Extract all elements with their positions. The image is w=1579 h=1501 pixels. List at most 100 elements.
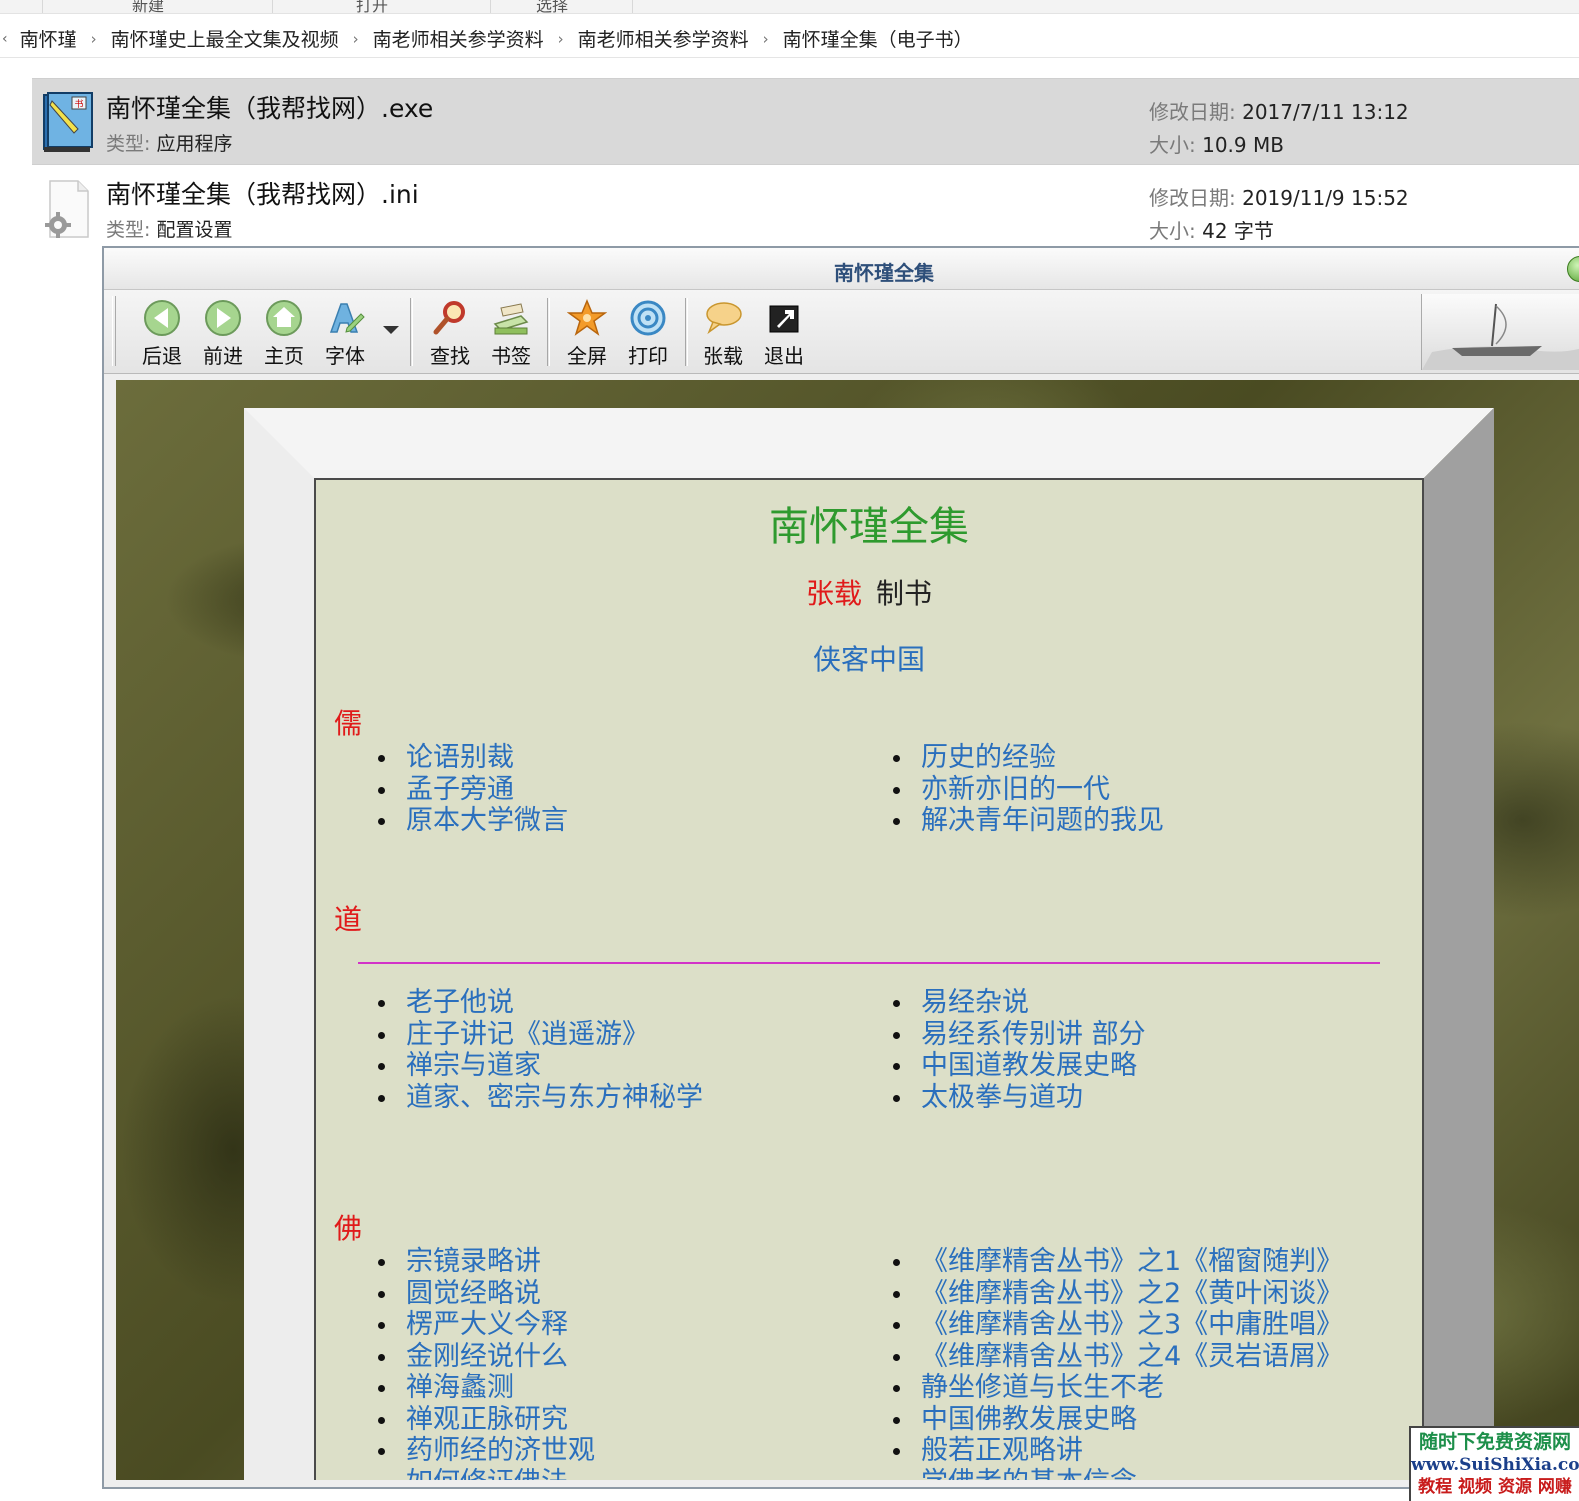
type-value: 应用程序	[156, 133, 233, 155]
book-link[interactable]: 《维摩精舍丛书》之1《榴窗随判》	[893, 1246, 1343, 1278]
boat-illustration	[1422, 303, 1579, 370]
book-link[interactable]: 原本大学微言	[378, 805, 568, 837]
book-app-icon: 书	[43, 92, 93, 152]
back-arrow-icon	[144, 300, 180, 336]
chevron-right-icon[interactable]: ›	[353, 30, 359, 48]
book-link[interactable]: 历史的经验	[893, 742, 1164, 774]
bookmark-button[interactable]: 书签	[483, 296, 539, 368]
zhangzai-button[interactable]: 张载	[695, 296, 751, 368]
book-link[interactable]: 《维摩精舍丛书》之4《灵岩语屑》	[893, 1341, 1343, 1373]
book-link[interactable]: 圆觉经略说	[378, 1278, 595, 1310]
toolbar-grip[interactable]	[112, 296, 116, 366]
book-link[interactable]: 老子他说	[378, 987, 703, 1019]
back-button[interactable]: 后退	[134, 296, 190, 368]
font-dropdown-arrow-icon[interactable]	[383, 326, 399, 334]
font-label: 字体	[325, 344, 365, 368]
book-link[interactable]: 药师经的济世观	[378, 1435, 595, 1467]
book-index-page: 南怀瑾全集 张载 制书 侠客中国 儒 论语别裁 孟子旁通 原本大学微言 历史的经验…	[314, 478, 1424, 1480]
chevron-right-icon[interactable]: ›	[91, 30, 97, 48]
book-link[interactable]: 庄子讲记《逍遥游》	[378, 1019, 703, 1051]
app-titlebar[interactable]: 南怀瑾全集	[104, 248, 1579, 290]
book-link[interactable]: 禅海蠡测	[378, 1372, 595, 1404]
font-button[interactable]: 字体	[317, 296, 373, 368]
breadcrumb-item[interactable]: 南怀瑾史上最全文集及视频	[111, 25, 339, 52]
boat-banner-image	[1421, 294, 1579, 370]
book-link[interactable]: 如何修证佛法	[378, 1467, 595, 1480]
breadcrumb-item[interactable]: 南怀瑾	[20, 25, 77, 52]
book-link[interactable]: 中国佛教发展史略	[893, 1404, 1343, 1436]
book-link[interactable]: 易经杂说	[893, 987, 1146, 1019]
date-value: 2019/11/9 15:52	[1242, 186, 1409, 210]
breadcrumb-item[interactable]: 南老师相关参学资料	[578, 25, 749, 52]
site-link[interactable]: 侠客中国	[316, 638, 1422, 678]
print-button[interactable]: 打印	[620, 296, 676, 368]
watermark-url: www.SuiShiXia.com	[1411, 1455, 1579, 1475]
book-link[interactable]: 般若正观略讲	[893, 1435, 1343, 1467]
author-line: 张载 制书	[316, 572, 1422, 612]
breadcrumb-overflow-icon[interactable]: ‹	[2, 31, 8, 47]
file-size: 大小: 42 字节	[1149, 215, 1274, 244]
breadcrumb-item[interactable]: 南老师相关参学资料	[373, 25, 544, 52]
file-row-exe[interactable]: 书 南怀瑾全集（我帮找网）.exe 类型: 应用程序 修改日期: 2017/7/…	[32, 78, 1579, 165]
toolbar-separator	[547, 298, 550, 366]
type-value: 配置设置	[156, 219, 233, 241]
size-label: 大小:	[1149, 219, 1196, 243]
file-size: 大小: 10.9 MB	[1149, 129, 1284, 158]
fullscreen-star-icon	[567, 299, 607, 336]
back-label: 后退	[142, 344, 182, 368]
bookmark-icon	[493, 303, 529, 335]
ribbon-select-button[interactable]: 选择	[536, 0, 568, 13]
book-content-area: 南怀瑾全集 张载 制书 侠客中国 儒 论语别裁 孟子旁通 原本大学微言 历史的经验…	[116, 380, 1579, 1480]
book-link[interactable]: 中国道教发展史略	[893, 1050, 1146, 1082]
app-title: 南怀瑾全集	[834, 261, 934, 285]
app-toolbar: 后退 前进 主页 字体 查找 书签 全屏 打印 张载 退出	[104, 290, 1579, 374]
exit-button[interactable]: 退出	[756, 296, 812, 368]
forward-button[interactable]: 前进	[195, 296, 251, 368]
book-link[interactable]: 论语别裁	[378, 742, 568, 774]
toolbar-separator	[685, 298, 688, 366]
file-modified-date: 修改日期: 2017/7/11 13:12	[1149, 96, 1409, 125]
ribbon-divider	[42, 0, 43, 13]
book-link[interactable]: 学佛者的基本信念	[893, 1467, 1343, 1480]
book-link[interactable]: 禅宗与道家	[378, 1050, 703, 1082]
file-type: 类型: 配置设置	[106, 215, 232, 242]
forward-label: 前进	[203, 344, 243, 368]
find-label: 查找	[430, 344, 470, 368]
author-link[interactable]: 张载	[806, 577, 862, 610]
date-label: 修改日期:	[1149, 186, 1236, 210]
find-button[interactable]: 查找	[422, 296, 478, 368]
book-link[interactable]: 禅观正脉研究	[378, 1404, 595, 1436]
book-link[interactable]: 道家、密宗与东方神秘学	[378, 1082, 703, 1114]
book-link[interactable]: 静坐修道与长生不老	[893, 1372, 1343, 1404]
ribbon-divider	[490, 0, 491, 13]
book-link[interactable]: 金刚经说什么	[378, 1341, 595, 1373]
ribbon-new-button[interactable]: 新建	[132, 0, 164, 13]
magnifier-icon	[433, 301, 465, 335]
ebook-app-window: 南怀瑾全集 后退 前进 主页 字体 查找 书签 全屏 打印 张载 退出 南怀瑾全…	[102, 246, 1579, 1489]
size-value: 42 字节	[1202, 219, 1274, 243]
home-button[interactable]: 主页	[256, 296, 312, 368]
book-link[interactable]: 《维摩精舍丛书》之3《中庸胜唱》	[893, 1309, 1343, 1341]
book-link[interactable]: 解决青年问题的我见	[893, 805, 1164, 837]
type-label: 类型:	[106, 133, 151, 155]
section-fo-left-list: 宗镜录略讲 圆觉经略说 楞严大义今释 金刚经说什么 禅海蠡测 禅观正脉研究 药师…	[378, 1246, 595, 1480]
book-link[interactable]: 孟子旁通	[378, 774, 568, 806]
book-link[interactable]: 《维摩精舍丛书》之2《黄叶闲谈》	[893, 1278, 1343, 1310]
ribbon-open-button[interactable]: 打开	[356, 0, 388, 13]
book-link[interactable]: 宗镜录略讲	[378, 1246, 595, 1278]
file-row-ini[interactable]: 南怀瑾全集（我帮找网）.ini 类型: 配置设置 修改日期: 2019/11/9…	[32, 165, 1579, 252]
author-suffix: 制书	[876, 577, 933, 610]
book-link[interactable]: 太极拳与道功	[893, 1082, 1146, 1114]
section-heading-ru: 儒	[334, 707, 363, 740]
site-watermark: 随时下免费资源网 www.SuiShiXia.com 教程 视频 资源 网赚	[1409, 1426, 1579, 1501]
book-link[interactable]: 楞严大义今释	[378, 1309, 595, 1341]
watermark-line: 随时下免费资源网	[1418, 1431, 1571, 1453]
chevron-right-icon[interactable]: ›	[558, 30, 564, 48]
book-link[interactable]: 易经系传别讲 部分	[893, 1019, 1146, 1051]
breadcrumb-item-current[interactable]: 南怀瑾全集（电子书）	[783, 25, 973, 52]
svg-text:书: 书	[74, 99, 83, 110]
chevron-right-icon[interactable]: ›	[763, 30, 769, 48]
fullscreen-button[interactable]: 全屏	[559, 296, 615, 368]
book-link[interactable]: 亦新亦旧的一代	[893, 774, 1164, 806]
ribbon-divider	[272, 0, 273, 13]
